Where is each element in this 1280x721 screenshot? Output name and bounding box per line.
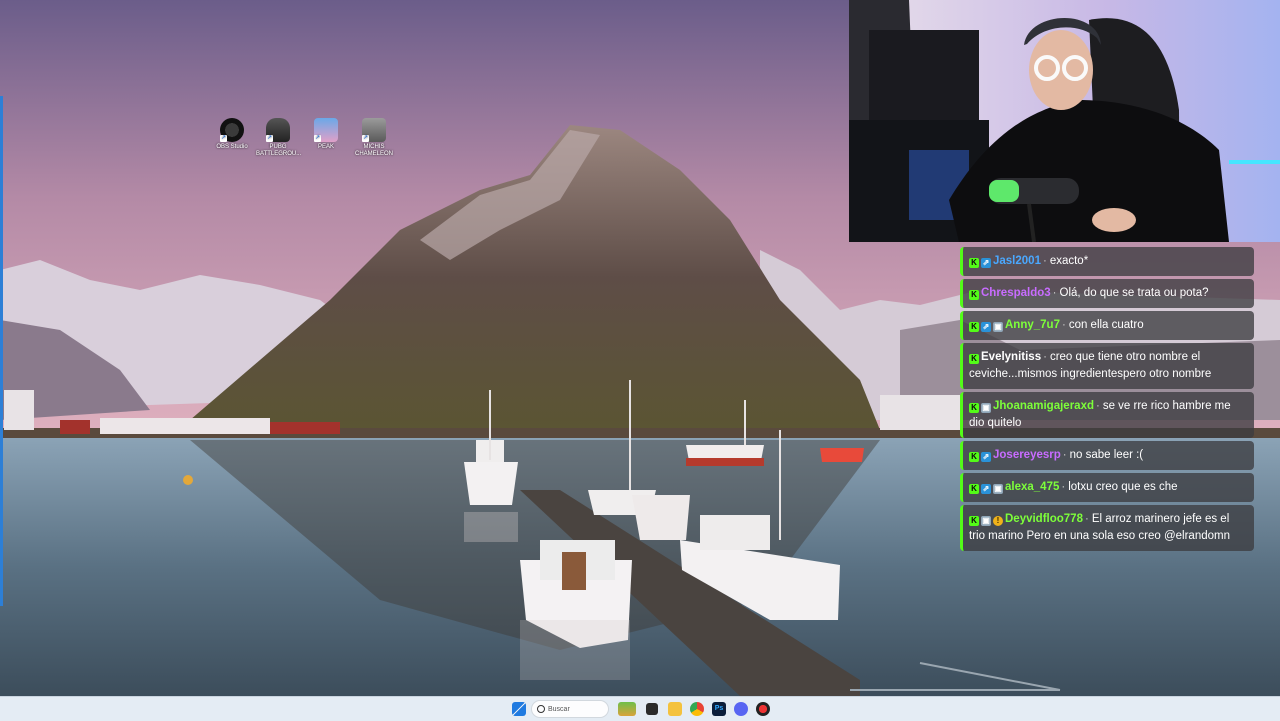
chat-username[interactable]: alexa_475 bbox=[1005, 481, 1059, 493]
shortcut-arrow-icon: ↗ bbox=[362, 135, 369, 142]
shortcut-arrow-icon: ↗ bbox=[220, 135, 227, 142]
kick-badge-icon: K bbox=[969, 258, 979, 268]
kick-badge-icon: K bbox=[969, 290, 979, 300]
kick-badge-icon: K bbox=[969, 516, 979, 526]
subscriber-badge-icon: ⇗ bbox=[981, 452, 991, 462]
desktop-icon-chameleon[interactable]: ↗ MICHIS CHAMELEON bbox=[352, 118, 396, 158]
desktop-icon-obs[interactable]: ↗ OBS Studio bbox=[210, 118, 254, 151]
gift-badge-icon: ▣ bbox=[981, 516, 991, 526]
shortcut-arrow-icon: ↗ bbox=[314, 135, 321, 142]
desktop-icon-label: OBS Studio bbox=[216, 144, 248, 150]
obs-icon: ↗ bbox=[220, 118, 244, 142]
desktop-icon-label: MICHIS CHAMELEON bbox=[354, 144, 393, 157]
kick-badge-icon: K bbox=[969, 354, 979, 364]
peak-icon: ↗ bbox=[314, 118, 338, 142]
photoshop-icon[interactable]: Ps bbox=[712, 702, 726, 716]
chat-username[interactable]: Jhoanamigajeraxd bbox=[993, 400, 1094, 412]
chat-separator: · bbox=[1095, 400, 1100, 412]
chat-separator: · bbox=[1062, 449, 1067, 461]
subscriber-badge-icon: ⇗ bbox=[981, 322, 991, 332]
desktop-icon-peak[interactable]: ↗ PEAK bbox=[304, 118, 348, 151]
window-edge-accent bbox=[0, 96, 3, 606]
chat-separator: · bbox=[1043, 351, 1047, 363]
chat-message: K ⇗ ▣ Anny_7u7 · con ella cuatro bbox=[960, 311, 1254, 340]
start-icon[interactable] bbox=[512, 702, 526, 716]
chat-username[interactable]: Josereyesrp bbox=[993, 449, 1061, 461]
kick-badge-icon: K bbox=[969, 403, 979, 413]
shortcut-arrow-icon: ↗ bbox=[266, 135, 273, 142]
chat-separator: · bbox=[1084, 513, 1089, 525]
gift-badge-icon: ▣ bbox=[993, 322, 1003, 332]
kick-badge-icon: K bbox=[969, 322, 979, 332]
chat-username[interactable]: Jasl2001 bbox=[993, 255, 1041, 267]
chat-message: K ▣ Jhoanamigajeraxd · se ve rre rico hambre… bbox=[960, 392, 1254, 438]
chat-separator: · bbox=[1061, 319, 1066, 331]
chat-overlay: K ⇗ Jasl2001 · exacto* K Chrespaldo3 · Olá, do q… bbox=[960, 247, 1254, 554]
desktop-icon-label: PUBG BATTLEGROU... bbox=[256, 144, 302, 157]
chat-username[interactable]: Evelynitiss bbox=[981, 351, 1041, 363]
alert-badge-icon: ! bbox=[993, 516, 1003, 526]
taskbar: Buscar Ps bbox=[0, 696, 1280, 721]
chat-username[interactable]: Deyvidfloo778 bbox=[1005, 513, 1083, 525]
file-explorer-icon[interactable] bbox=[668, 702, 682, 716]
chat-message: K ⇗ Josereyesrp · no sabe leer :( bbox=[960, 441, 1254, 470]
chat-message: K Evelynitiss · creo que tiene otro nombre … bbox=[960, 343, 1254, 389]
chat-separator: · bbox=[1042, 255, 1047, 267]
chat-text: lotxu creo que es che bbox=[1068, 481, 1178, 493]
chat-separator: · bbox=[1061, 481, 1066, 493]
task-view-icon[interactable] bbox=[646, 703, 658, 715]
desktop-icon-pubg[interactable]: ↗ PUBG BATTLEGROU... bbox=[256, 118, 302, 158]
pubg-icon: ↗ bbox=[266, 118, 290, 142]
chameleon-icon: ↗ bbox=[362, 118, 386, 142]
subscriber-badge-icon: ⇗ bbox=[981, 258, 991, 268]
chat-message: K ▣! Deyvidfloo778 · El arroz marinero jefe … bbox=[960, 505, 1254, 551]
widgets-icon[interactable] bbox=[618, 702, 636, 716]
chrome-icon[interactable] bbox=[690, 702, 704, 716]
chat-message: K Chrespaldo3 · Olá, do que se trata ou pot… bbox=[960, 279, 1254, 308]
webcam-overlay bbox=[849, 0, 1280, 242]
kick-badge-icon: K bbox=[969, 484, 979, 494]
kick-badge-icon: K bbox=[969, 452, 979, 462]
chat-message: K ⇗ Jasl2001 · exacto* bbox=[960, 247, 1254, 276]
chat-username[interactable]: Chrespaldo3 bbox=[981, 287, 1051, 299]
gift-badge-icon: ▣ bbox=[993, 484, 1003, 494]
desktop-icon-label: PEAK bbox=[317, 144, 334, 150]
search-icon bbox=[537, 705, 545, 713]
subscriber-badge-icon: ⇗ bbox=[981, 484, 991, 494]
chat-text: Olá, do que se trata ou pota? bbox=[1059, 287, 1209, 299]
gift-badge-icon: ▣ bbox=[981, 403, 991, 413]
chat-message: K ⇗ ▣ alexa_475 · lotxu creo que es che bbox=[960, 473, 1254, 502]
search-placeholder: Buscar bbox=[548, 706, 570, 713]
chat-text: no sabe leer :( bbox=[1069, 449, 1144, 461]
search-box[interactable]: Buscar bbox=[531, 700, 609, 718]
chat-separator: · bbox=[1052, 287, 1057, 299]
chat-username[interactable]: Anny_7u7 bbox=[1005, 319, 1060, 331]
chat-text: con ella cuatro bbox=[1068, 319, 1144, 331]
app-icon[interactable] bbox=[756, 702, 770, 716]
discord-icon[interactable] bbox=[734, 702, 748, 716]
chat-text: exacto* bbox=[1049, 255, 1089, 267]
